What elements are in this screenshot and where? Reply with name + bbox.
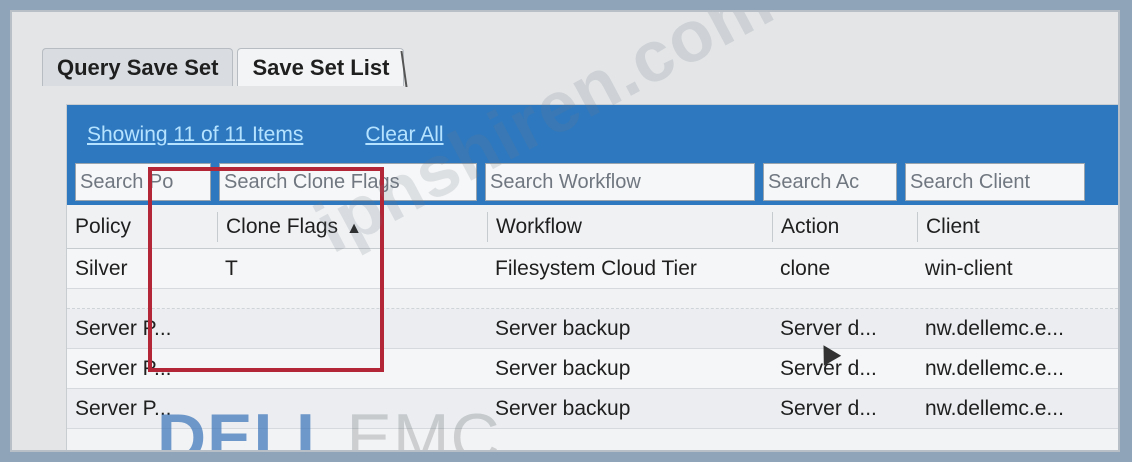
save-set-list-panel: Showing 11 of 11 Items Clear All Policy … [66, 104, 1118, 450]
table-cell-policy: Server P... [75, 356, 172, 380]
table-header: Policy Clone Flags ▲ Workflow Action Clie… [67, 205, 1118, 249]
table-cell-action: clone [780, 256, 831, 280]
search-workflow-input[interactable] [485, 163, 755, 201]
table-cell-client: nw.dellemc.e... [925, 356, 1064, 380]
table-cell-action: Server d... [780, 316, 877, 340]
table-cell-policy: Server P... [75, 316, 172, 340]
table-cell-policy: Server P... [75, 396, 172, 420]
save-set-window: Query Save Set Save Set List Showing 11 … [10, 10, 1120, 452]
search-policy-input[interactable] [75, 163, 211, 201]
column-header-client[interactable]: Client [917, 211, 1118, 242]
table-cell-client: win-client [925, 256, 1013, 280]
search-clone-flags-input[interactable] [219, 163, 477, 201]
sort-ascending-icon: ▲ [346, 219, 362, 237]
showing-items-link[interactable]: Showing 11 of 11 Items [87, 123, 303, 147]
search-client-input[interactable] [905, 163, 1085, 201]
table-cell-workflow: Server backup [495, 316, 631, 340]
save-set-table: Policy Clone Flags ▲ Workflow Action Clie… [67, 205, 1118, 429]
column-header-workflow[interactable]: Workflow [487, 211, 772, 242]
tab-save-set-list[interactable]: Save Set List [237, 48, 405, 86]
table-cell-policy: Silver [75, 256, 128, 280]
table-cell-client: nw.dellemc.e... [925, 316, 1064, 340]
table-cell-workflow: Server backup [495, 396, 631, 420]
row-separator [67, 289, 1118, 309]
table-cell-client: nw.dellemc.e... [925, 396, 1064, 420]
column-header-clone-flags-label: Clone Flags [226, 214, 339, 238]
table-row[interactable]: Server P... Server backup Server d... nw… [67, 309, 1118, 349]
clear-all-link[interactable]: Clear All [365, 123, 443, 147]
list-toolbar: Showing 11 of 11 Items Clear All [67, 105, 1118, 205]
table-row[interactable]: Server P... Server backup Server d... nw… [67, 349, 1118, 389]
table-cell-workflow: Filesystem Cloud Tier [495, 256, 697, 280]
table-cell-workflow: Server backup [495, 356, 631, 380]
column-header-action[interactable]: Action [772, 211, 917, 242]
table-cell-clone-flags: T [225, 256, 238, 280]
search-row [75, 163, 1085, 201]
table-row[interactable]: Server P... Server backup Server d... nw… [67, 389, 1118, 429]
table-cell-action: Server d... [780, 396, 877, 420]
column-header-clone-flags[interactable]: Clone Flags ▲ [217, 211, 487, 242]
table-cell-action: Server d... [780, 356, 877, 380]
table-row[interactable]: Silver T Filesystem Cloud Tier clone win… [67, 249, 1118, 289]
tab-bar: Query Save Set Save Set List [42, 40, 408, 86]
column-header-policy[interactable]: Policy [67, 212, 217, 242]
search-action-input[interactable] [763, 163, 897, 201]
tab-query-save-set[interactable]: Query Save Set [42, 48, 234, 86]
summary-row: Showing 11 of 11 Items Clear All [87, 123, 444, 147]
